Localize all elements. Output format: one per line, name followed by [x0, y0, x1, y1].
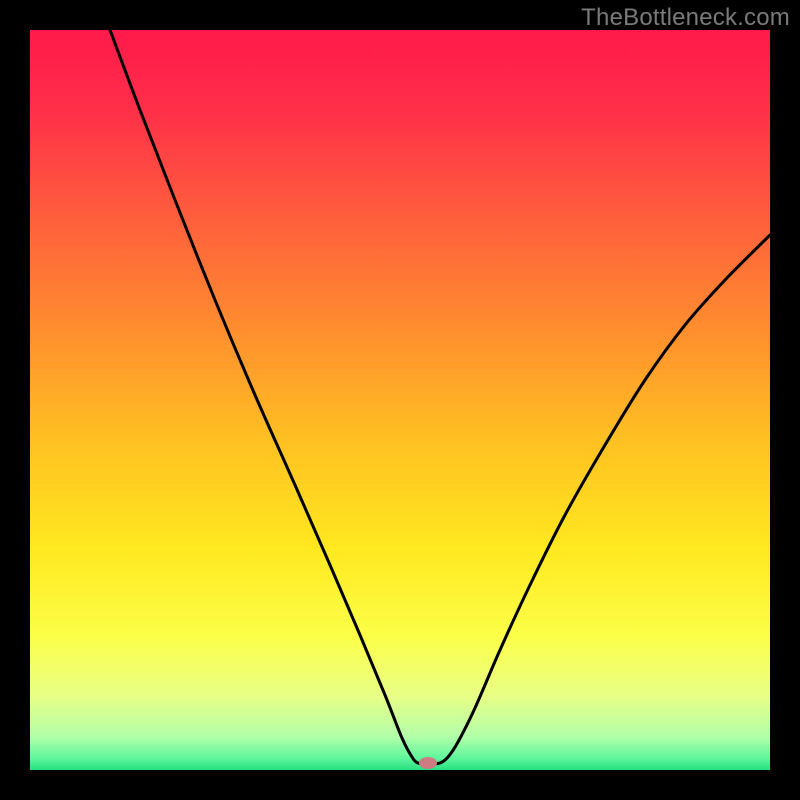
optimum-marker	[419, 757, 437, 769]
chart-outer-frame: TheBottleneck.com	[0, 0, 800, 800]
chart-svg	[30, 30, 770, 770]
gradient-background	[30, 30, 770, 770]
plot-area	[30, 30, 770, 770]
watermark-text: TheBottleneck.com	[581, 4, 790, 32]
